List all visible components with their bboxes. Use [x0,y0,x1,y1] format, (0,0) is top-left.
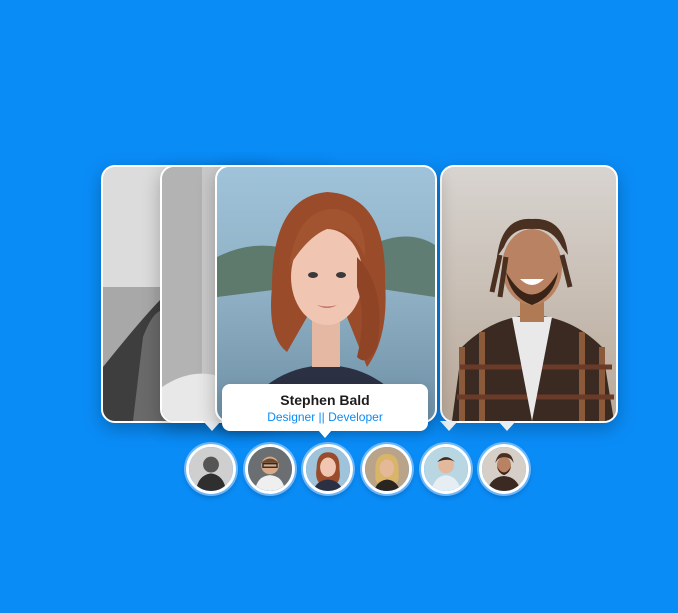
profile-caption: Stephen Bald Designer || Developer [222,384,428,438]
avatar-thumb-3[interactable] [303,444,353,494]
profile-card-6[interactable] [440,165,618,423]
avatar-photo [306,447,350,491]
card-pointer [498,421,516,431]
avatar-thumb-1[interactable] [186,444,236,494]
avatar-thumb-2[interactable] [245,444,295,494]
profile-name: Stephen Bald [280,392,370,408]
avatar-photo [189,447,233,491]
avatar-photo [365,447,409,491]
avatar-photo [248,447,292,491]
card-pointer [440,421,458,431]
profile-role: Designer || Developer [267,410,383,424]
avatar-photo [482,447,526,491]
avatar-thumb-4[interactable] [362,444,412,494]
profile-photo [442,167,616,421]
avatar-photo [424,447,468,491]
card-pointer [203,421,221,431]
avatar-thumb-5[interactable] [421,444,471,494]
profile-photo [217,167,435,421]
avatar-thumb-6[interactable] [479,444,529,494]
